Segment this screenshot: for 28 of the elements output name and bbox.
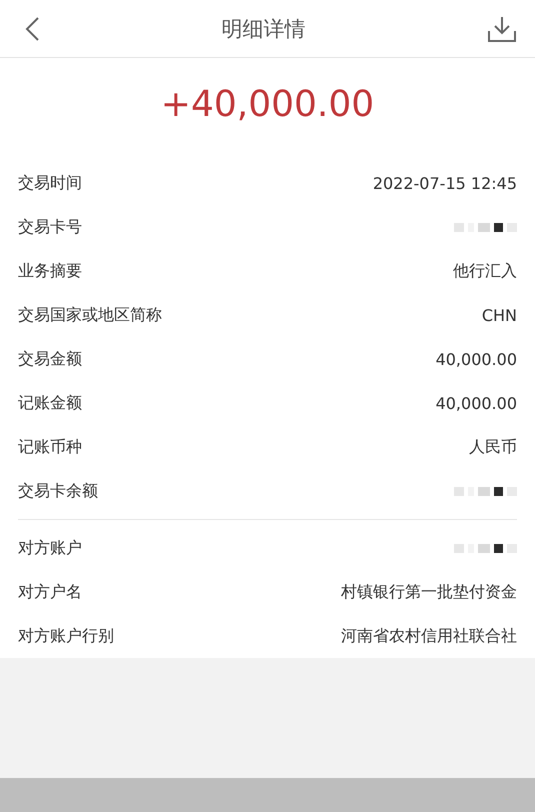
field-label: 业务摘要 <box>18 260 82 282</box>
field-value: 人民币 <box>469 436 517 458</box>
back-button[interactable] <box>24 16 40 42</box>
field-label: 交易卡号 <box>18 216 82 238</box>
field-label: 交易时间 <box>18 172 82 194</box>
field-value: 他行汇入 <box>453 260 517 282</box>
download-button[interactable] <box>487 14 517 42</box>
redaction-mosaic <box>454 486 517 496</box>
field-value: 40,000.00 <box>436 350 517 368</box>
download-icon <box>487 14 517 42</box>
field-value: CHN <box>482 306 517 324</box>
redaction-mosaic <box>454 222 517 232</box>
field-value: 2022-07-15 12:45 <box>372 174 517 192</box>
amount-text: +40,000.00 <box>160 84 376 125</box>
field-label: 交易国家或地区简称 <box>18 304 162 326</box>
field-label: 交易金额 <box>18 348 82 370</box>
field-label: 对方账户行别 <box>18 626 114 646</box>
field-value: 河南省农村信用社联合社 <box>341 626 517 646</box>
field-value: 40,000.00 <box>436 394 517 412</box>
back-icon <box>24 16 40 42</box>
field-label: 交易卡余额 <box>18 480 98 502</box>
field-label: 记账金额 <box>18 392 82 414</box>
redaction-mosaic <box>454 544 517 552</box>
page-title: 明细详情 <box>222 16 306 42</box>
field-label: 记账币种 <box>18 436 82 458</box>
field-value: 村镇银行第一批垫付资金 <box>341 582 517 602</box>
field-label: 对方户名 <box>18 582 82 602</box>
field-label: 对方账户 <box>18 538 82 558</box>
